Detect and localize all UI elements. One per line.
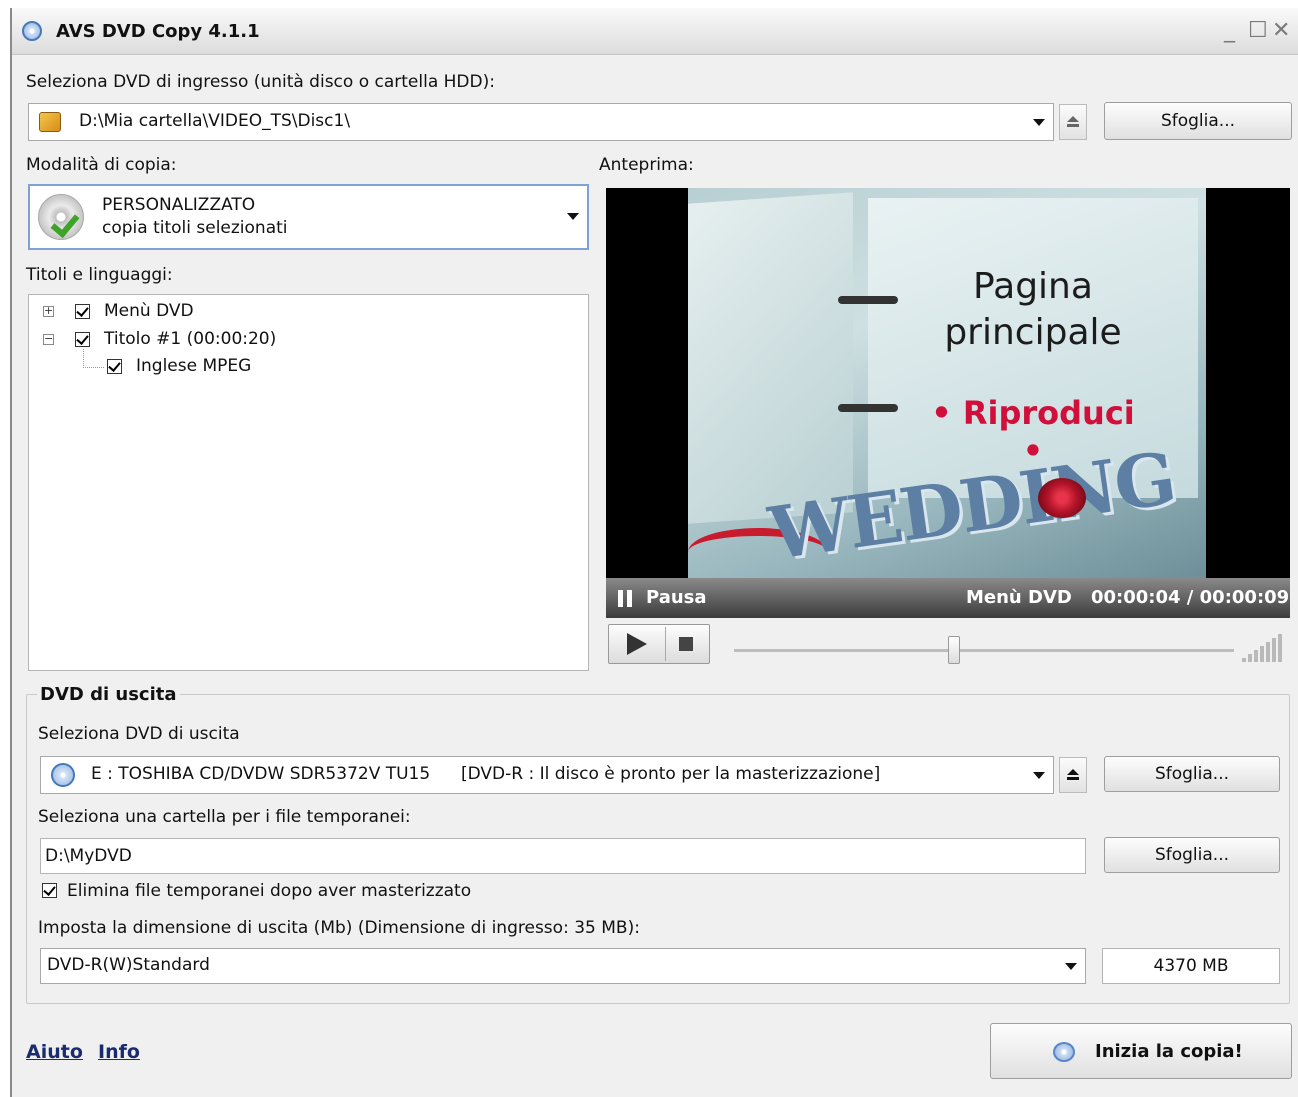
input-dvd-select[interactable]: D:\Mia cartella\VIDEO_TS\Disc1\ (28, 103, 1054, 141)
play-stop-group (608, 624, 710, 664)
temp-folder-input[interactable]: D:\MyDVD (40, 838, 1086, 874)
input-eject-button[interactable] (1059, 104, 1087, 140)
titles-tree[interactable]: + Menù DVD − Titolo #1 (00:00:20) Ingles… (28, 294, 589, 671)
preview-status-bar: Pausa Menù DVD 00:00:04 / 00:00:09 (606, 578, 1290, 618)
output-size-label: Imposta la dimensione di uscita (Mb) (Di… (38, 918, 640, 938)
preview-time: 00:00:04 / 00:00:09 (1091, 587, 1290, 608)
preview-label: Anteprima: (599, 155, 694, 175)
output-drive-select[interactable]: E : TOSHIBA CD/DVDW SDR5372V TU15 [DVD-R… (40, 756, 1054, 794)
delete-temp-label[interactable]: Elimina file temporanei dopo aver master… (67, 881, 471, 901)
minimize-button[interactable]: _ (1224, 18, 1235, 43)
info-link[interactable]: Info (98, 1041, 140, 1063)
output-drive-browse-button[interactable]: Sfoglia... (1104, 756, 1280, 792)
tree-item-menu-dvd[interactable]: Menù DVD (104, 301, 194, 321)
checkbox-english-mpeg[interactable] (107, 359, 122, 374)
window-title: AVS DVD Copy 4.1.1 (56, 21, 260, 42)
chevron-down-icon[interactable] (567, 213, 579, 220)
output-group-title: DVD di uscita (37, 684, 180, 705)
preview-video[interactable]: Pagina principale • Riproduci • WEDDING … (606, 188, 1290, 618)
app-window: AVS DVD Copy 4.1.1 _ ☐ ✕ Seleziona DVD d… (10, 8, 1298, 1097)
checkbox-title-1[interactable] (75, 332, 90, 347)
delete-temp-checkbox[interactable] (42, 883, 57, 898)
play-icon[interactable] (627, 633, 647, 655)
maximize-button[interactable]: ☐ (1248, 18, 1268, 43)
eject-icon (1067, 116, 1079, 122)
disc-icon (51, 763, 75, 787)
disc-app-icon (22, 21, 42, 41)
close-button[interactable]: ✕ (1272, 18, 1290, 43)
tree-connector (83, 349, 104, 368)
seek-track[interactable] (734, 649, 1234, 652)
pause-icon (618, 590, 623, 607)
eject-icon (1067, 769, 1079, 775)
titles-label: Titoli e linguaggi: (26, 265, 173, 285)
folder-disc-icon (39, 112, 61, 132)
preview-frame: Pagina principale • Riproduci • WEDDING (688, 188, 1206, 578)
input-browse-button[interactable]: Sfoglia... (1104, 102, 1292, 140)
title-bar[interactable]: AVS DVD Copy 4.1.1 _ ☐ ✕ (12, 8, 1298, 55)
volume-icon[interactable] (1242, 630, 1288, 670)
copy-mode-subtitle: copia titoli selezionati (102, 218, 288, 238)
tree-item-title-1[interactable]: Titolo #1 (00:00:20) (104, 329, 276, 349)
output-size-preset: DVD-R(W)Standard (47, 955, 210, 975)
temp-folder-label: Seleziona una cartella per i file tempor… (38, 807, 411, 827)
copy-mode-label: Modalità di copia: (26, 155, 177, 175)
player-controls (606, 618, 1290, 678)
temp-folder-value: D:\MyDVD (45, 846, 132, 866)
preview-section: Menù DVD (966, 587, 1072, 608)
output-drive-value: E : TOSHIBA CD/DVDW SDR5372V TU15 (91, 764, 431, 784)
start-copy-button[interactable]: Inizia la copia! (990, 1023, 1292, 1079)
chevron-down-icon[interactable] (1033, 772, 1045, 779)
preview-scene-title: Pagina principale (944, 266, 1122, 353)
output-size-select[interactable]: DVD-R(W)Standard (40, 948, 1086, 984)
output-size-value[interactable]: 4370 MB (1102, 948, 1280, 984)
output-drive-label: Seleziona DVD di uscita (38, 724, 240, 744)
disc-copy-icon (1053, 1042, 1075, 1062)
input-dvd-value: D:\Mia cartella\VIDEO_TS\Disc1\ (79, 111, 351, 131)
chevron-down-icon[interactable] (1065, 963, 1077, 970)
collapse-icon[interactable]: − (43, 333, 54, 345)
input-dvd-label: Seleziona DVD di ingresso (unità disco o… (26, 72, 495, 92)
tree-item-english-mpeg[interactable]: Inglese MPEG (136, 356, 251, 376)
temp-folder-browse-button[interactable]: Sfoglia... (1104, 837, 1280, 873)
rose-decoration (1038, 478, 1086, 518)
start-copy-label: Inizia la copia! (1095, 1041, 1243, 1062)
preview-status: Pausa (646, 587, 707, 608)
chevron-down-icon[interactable] (1033, 119, 1045, 126)
output-eject-button[interactable] (1059, 757, 1087, 793)
expand-icon[interactable]: + (43, 305, 54, 317)
checkbox-menu-dvd[interactable] (75, 304, 90, 319)
copy-mode-title: PERSONALIZZATO (102, 195, 256, 215)
copy-mode-select[interactable]: PERSONALIZZATO copia titoli selezionati (28, 184, 589, 250)
output-drive-status: [DVD-R : Il disco è pronto per la master… (461, 764, 881, 784)
help-link[interactable]: Aiuto (26, 1041, 83, 1063)
seek-slider-thumb[interactable] (948, 636, 960, 664)
stop-icon[interactable] (679, 637, 693, 651)
